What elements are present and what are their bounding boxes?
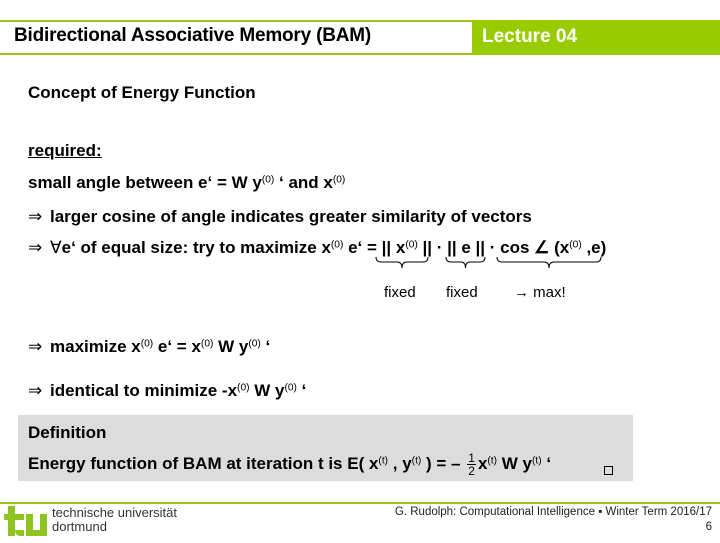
line-larger-cosine: ⇒ larger cosine of angle indicates greate…	[28, 207, 532, 226]
brace-label-max: → max!	[514, 284, 566, 301]
required-label: required:	[28, 141, 102, 160]
definition-text: Energy function of BAM at iteration t is…	[28, 451, 552, 478]
brace-label-fixed-1: fixed	[384, 284, 416, 301]
line-minimize: ⇒ identical to minimize -x(0) W y(0) ‘	[28, 381, 307, 400]
implies-arrow-icon: ⇒	[28, 238, 43, 257]
underbrace-norm-e	[445, 256, 486, 270]
footer-rule	[0, 502, 720, 504]
definition-title: Definition	[28, 423, 107, 442]
fraction-one-half: 12	[467, 451, 476, 478]
implies-arrow-icon: ⇒	[28, 381, 43, 400]
section-heading: Concept of Energy Function	[28, 83, 256, 102]
university-name: technische universität dortmund	[52, 505, 178, 534]
footer-credit: G. Rudolph: Computational Intelligence ▪…	[394, 506, 712, 518]
implies-arrow-icon: ⇒	[28, 207, 43, 226]
lecture-label: Lecture 04	[482, 26, 578, 47]
header-bottom-rule	[0, 53, 472, 55]
page-number: 6	[705, 521, 712, 533]
line-maximize-product: ⇒ maximize x(0) e‘ = x(0) W y(0) ‘	[28, 337, 271, 356]
implies-arrow-icon: ⇒	[28, 337, 43, 356]
underbrace-cosine	[496, 256, 602, 270]
brace-label-fixed-2: fixed	[446, 284, 478, 301]
line-maximize-cosine: ⇒ ∀e‘ of equal size: try to maximize x(0)…	[28, 238, 607, 257]
tu-logo-icon	[4, 506, 48, 543]
qed-square-icon	[604, 466, 613, 475]
forall-symbol: ∀	[50, 238, 62, 257]
lecture-badge: Lecture 04	[472, 20, 720, 55]
line-small-angle: small angle between e‘ = W y(0) ‘ and x(…	[28, 173, 346, 192]
slide-title: Bidirectional Associative Memory (BAM)	[14, 25, 371, 46]
underbrace-norm-x	[375, 256, 429, 270]
